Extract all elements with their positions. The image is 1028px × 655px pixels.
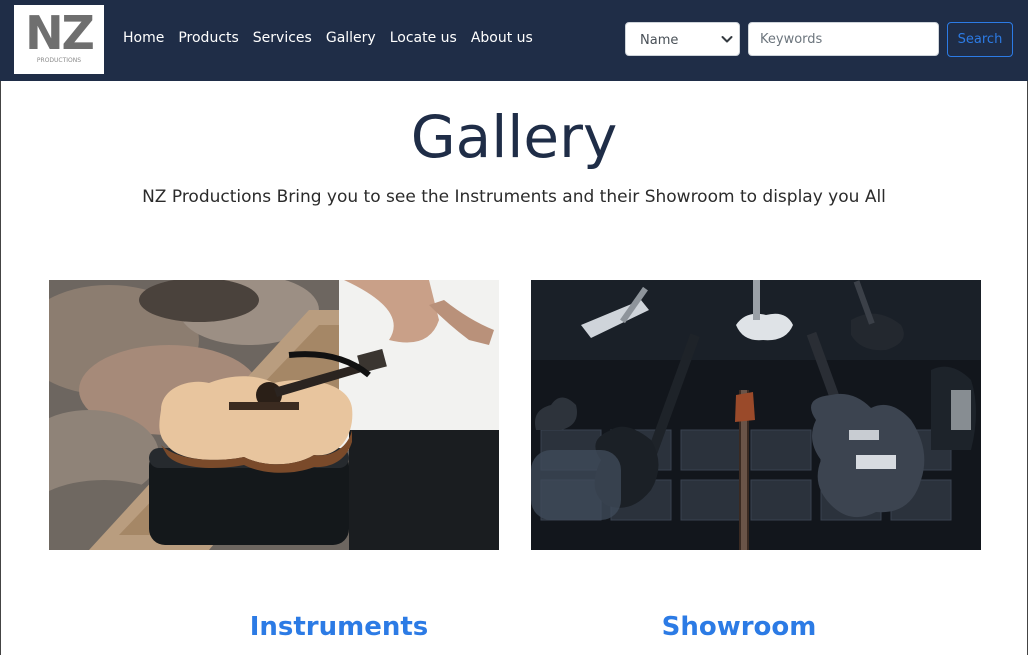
search-filter-value: Name xyxy=(640,33,679,48)
nav-link-about-us[interactable]: About us xyxy=(471,30,533,46)
nav-link-home[interactable]: Home xyxy=(123,30,164,46)
search-filter-select[interactable]: Name xyxy=(625,22,740,56)
electric-guitars-illustration xyxy=(531,280,981,550)
nav-link-locate-us[interactable]: Locate us xyxy=(390,30,457,46)
nav-link-products[interactable]: Products xyxy=(178,30,238,46)
acoustic-guitar-illustration xyxy=(49,280,499,550)
nav-link-services[interactable]: Services xyxy=(253,30,312,46)
logo-letters: NZ xyxy=(25,6,95,60)
nav-links: Home Products Services Gallery Locate us… xyxy=(123,30,533,46)
search-button[interactable]: Search xyxy=(947,22,1013,57)
card-title-instruments[interactable]: Instruments xyxy=(189,612,489,642)
nav-link-gallery[interactable]: Gallery xyxy=(326,30,376,46)
card-title-showroom[interactable]: Showroom xyxy=(589,612,889,642)
showroom-photo[interactable] xyxy=(531,280,981,550)
page-title: Gallery xyxy=(410,103,618,171)
page-subtitle: NZ Productions Bring you to see the Inst… xyxy=(142,187,886,207)
gallery-content: Gallery NZ Productions Bring you to see … xyxy=(0,81,1028,655)
chevron-down-icon xyxy=(721,36,733,43)
logo-subtitle: PRODUCTIONS xyxy=(36,57,82,64)
keywords-input[interactable] xyxy=(748,22,939,56)
brand-logo[interactable]: NZ PRODUCTIONS xyxy=(14,5,104,74)
instruments-photo[interactable] xyxy=(49,280,499,550)
top-navbar: NZ PRODUCTIONS Home Products Services Ga… xyxy=(0,0,1028,81)
